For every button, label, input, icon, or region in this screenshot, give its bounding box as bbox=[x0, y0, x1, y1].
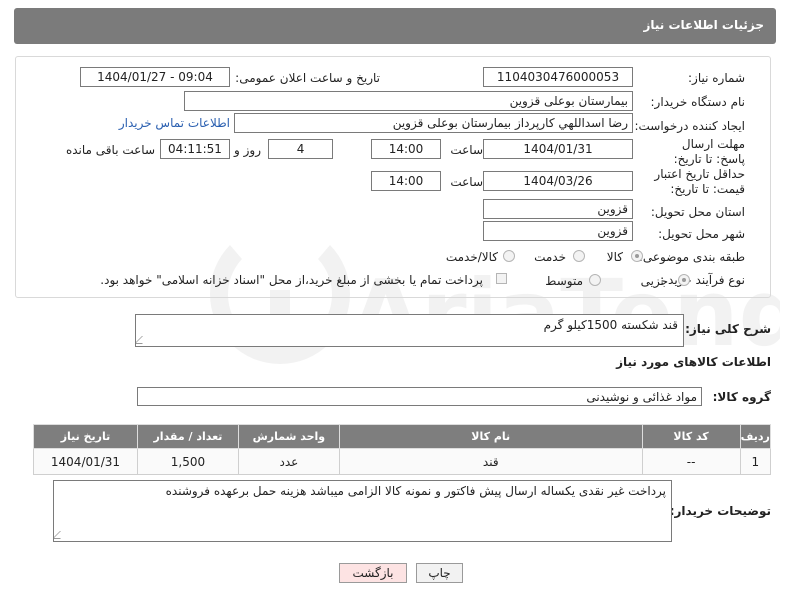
col-need-date: تاریخ نیاز bbox=[33, 424, 138, 449]
resize-grip-icon[interactable] bbox=[136, 336, 150, 344]
goods-table: ردیف کد کالا نام کالا واحد شمارش تعداد /… bbox=[33, 424, 772, 475]
page-title: جزئیات اطلاعات نیاز bbox=[643, 18, 764, 32]
cell-unit: عدد bbox=[237, 448, 340, 475]
goods-group-label: گروه کالا: bbox=[712, 390, 771, 404]
process-radio-medium[interactable] bbox=[589, 274, 601, 286]
buyer-notes-label: توضیحات خریدار: bbox=[669, 504, 771, 518]
description-label: شرح کلی نیاز: bbox=[685, 322, 771, 336]
page-header: جزئیات اطلاعات نیاز bbox=[14, 8, 776, 44]
category-goods-service-label: کالا/خدمت bbox=[445, 250, 498, 264]
province-label: استان محل تحویل: bbox=[650, 205, 745, 219]
buyer-org-field: بیمارستان بوعلی قزوین bbox=[184, 91, 633, 111]
creator-label: ایجاد کننده درخواست: bbox=[634, 119, 745, 133]
price-validity-time-field: 14:00 bbox=[371, 171, 441, 191]
city-label: شهر محل تحویل: bbox=[658, 227, 745, 241]
cell-quantity: 1,500 bbox=[137, 448, 239, 475]
process-label: نوع فرآیند خرید : bbox=[660, 273, 745, 287]
category-radio-service[interactable] bbox=[573, 250, 585, 262]
process-minor-label: جزیی bbox=[640, 274, 668, 288]
days-label: روز و bbox=[234, 143, 261, 157]
province-field: قزوین bbox=[483, 199, 633, 219]
announce-date-field: 1404/01/27 - 09:04 bbox=[80, 67, 230, 87]
back-button[interactable]: بازگشت bbox=[339, 563, 407, 583]
buyer-contact-link[interactable]: اطلاعات تماس خریدار bbox=[119, 116, 230, 130]
category-radio-goods[interactable] bbox=[631, 250, 643, 262]
treasury-note: پرداخت تمام یا بخشی از مبلغ خرید،از محل … bbox=[100, 273, 483, 287]
creator-field: رضا اسداللهي كارپرداز بيمارستان بوعلی قز… bbox=[234, 113, 633, 133]
print-button[interactable]: چاپ bbox=[416, 563, 463, 583]
category-radio-goods-service[interactable] bbox=[503, 250, 515, 262]
table-row: 1 -- قند عدد 1,500 1404/01/31 bbox=[33, 448, 772, 475]
goods-table-header: ردیف کد کالا نام کالا واحد شمارش تعداد /… bbox=[33, 424, 772, 449]
price-validity-date-field: 1404/03/26 bbox=[483, 171, 633, 191]
remaining-time-field: 04:11:51 bbox=[160, 139, 230, 159]
col-name: نام کالا bbox=[338, 424, 643, 449]
cell-name: قند bbox=[338, 448, 643, 475]
process-medium-label: متوسط bbox=[545, 274, 583, 288]
goods-group-field: مواد غذائی و نوشیدنی bbox=[137, 387, 702, 406]
process-radio-minor[interactable] bbox=[678, 274, 690, 286]
deadline-label: مهلت ارسال پاسخ: تا تاریخ: bbox=[673, 137, 745, 166]
resize-grip-icon[interactable] bbox=[54, 531, 68, 539]
announce-date-label: تاریخ و ساعت اعلان عمومی: bbox=[235, 71, 380, 85]
deadline-time-label: ساعت bbox=[450, 143, 483, 157]
goods-info-title: اطلاعات کالاهای مورد نیاز bbox=[616, 355, 771, 369]
description-text: قند شکسته 1500کیلو گرم bbox=[543, 318, 678, 332]
buyer-notes-textarea: پرداخت غیر نقدی یکساله ارسال پیش فاکتور … bbox=[53, 480, 672, 542]
category-goods-label: کالا bbox=[606, 250, 623, 264]
need-number-label: شماره نیاز: bbox=[688, 71, 745, 85]
col-quantity: تعداد / مقدار bbox=[137, 424, 239, 449]
buyer-notes-text: پرداخت غیر نقدی یکساله ارسال پیش فاکتور … bbox=[165, 484, 666, 498]
days-remaining-field: 4 bbox=[268, 139, 333, 159]
city-field: قزوین bbox=[483, 221, 633, 241]
cell-row: 1 bbox=[739, 448, 772, 475]
deadline-time-field: 14:00 bbox=[371, 139, 441, 159]
deadline-date-field: 1404/01/31 bbox=[483, 139, 633, 159]
price-validity-time-label: ساعت bbox=[450, 175, 483, 189]
col-code: کد کالا bbox=[641, 424, 741, 449]
col-unit: واحد شمارش bbox=[237, 424, 340, 449]
cell-need-date: 1404/01/31 bbox=[33, 448, 138, 475]
buyer-org-label: نام دستگاه خریدار: bbox=[650, 95, 746, 109]
col-row: ردیف bbox=[739, 424, 772, 449]
treasury-checkbox[interactable] bbox=[496, 273, 507, 284]
price-validity-label: حداقل تاریخ اعتبار قیمت: تا تاریخ: bbox=[654, 167, 745, 196]
cell-code: -- bbox=[641, 448, 741, 475]
need-number-field: 1104030476000053 bbox=[483, 67, 633, 87]
category-label: طبقه بندی موضوعی: bbox=[638, 250, 745, 264]
remaining-time-label: ساعت باقی مانده bbox=[65, 143, 155, 157]
category-service-label: خدمت bbox=[534, 250, 566, 264]
description-textarea: قند شکسته 1500کیلو گرم bbox=[135, 314, 684, 347]
